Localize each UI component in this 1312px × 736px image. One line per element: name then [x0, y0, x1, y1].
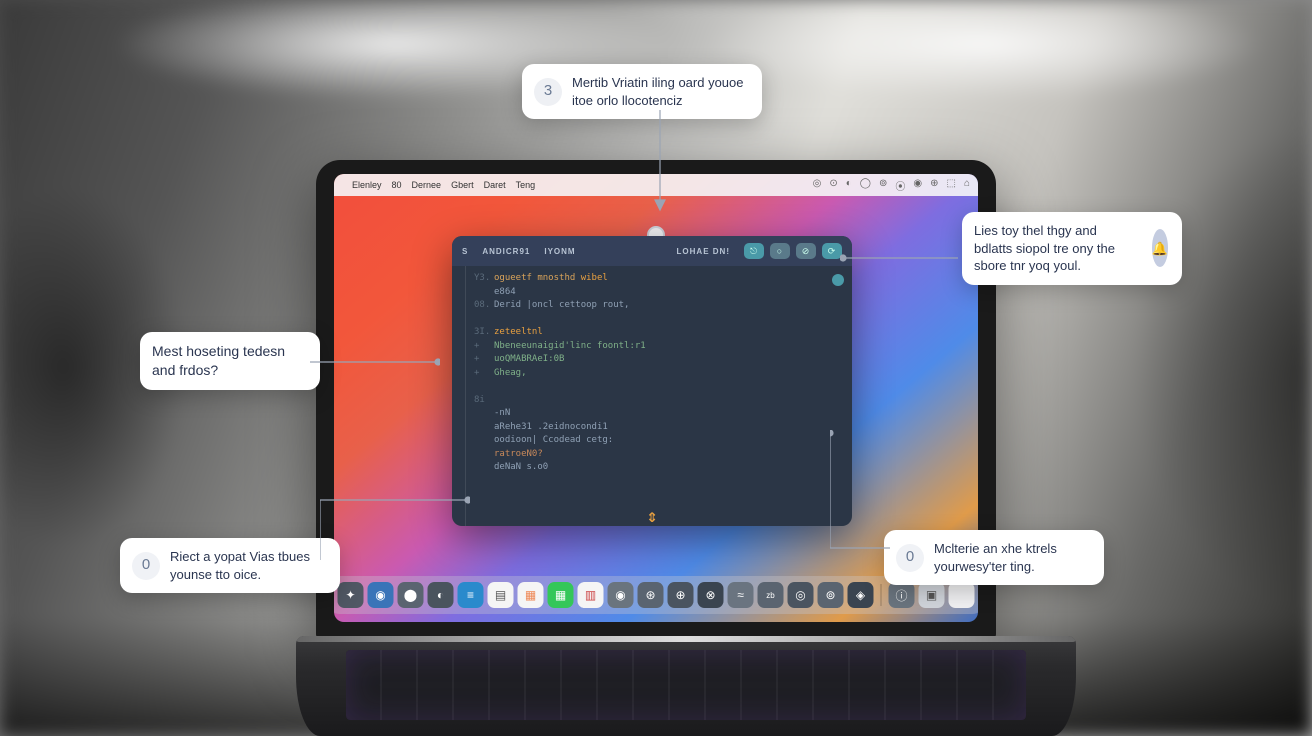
dock-app-icon[interactable]: ◐: [428, 582, 454, 608]
status-icon[interactable]: ⊕: [930, 178, 938, 193]
code-line: 3I.zeteeltnl: [464, 326, 840, 340]
code-line: Y3.ogueetf mnosthd wibel: [464, 272, 840, 286]
connector-line: [840, 248, 970, 268]
code-line: [464, 380, 840, 394]
dock-app-icon[interactable]: ▣: [919, 582, 945, 608]
menubar-item[interactable]: Teng: [516, 180, 536, 190]
connector-line: [320, 490, 470, 570]
dock-separator: [881, 584, 882, 606]
status-dot-icon[interactable]: [832, 274, 844, 286]
status-icon[interactable]: ◉: [913, 178, 922, 193]
callout-text: Mest hoseting tedesn and frdos?: [152, 342, 306, 380]
dock-app-icon[interactable]: ≈: [728, 582, 754, 608]
status-icon[interactable]: ⌂: [964, 178, 970, 193]
menubar-item[interactable]: 80: [392, 180, 402, 190]
code-line: ratroeN0?: [464, 448, 840, 462]
dock-app-icon[interactable]: ▦: [518, 582, 544, 608]
step-number-badge: 0: [132, 552, 160, 580]
dock-app-icon[interactable]: zb: [758, 582, 784, 608]
callout-step-0-left: 0 Riect a yopat Vias tbues younse tto oi…: [120, 538, 340, 593]
code-line: +uoQMABRAeI:0B: [464, 353, 840, 367]
terminal-gutter: [452, 266, 466, 526]
status-icon[interactable]: ⊙: [829, 178, 837, 193]
status-icon[interactable]: ⬚: [947, 178, 956, 193]
code-line: aRehe31 .2eidnocondi1: [464, 421, 840, 435]
menubar-item[interactable]: Gbert: [451, 180, 474, 190]
resize-arrow-icon[interactable]: ⇕: [647, 503, 658, 526]
bell-icon[interactable]: 🔔: [1152, 229, 1168, 267]
code-line: 08.Derid |oncl cettoop rout,: [464, 299, 840, 313]
macos-dock: ✦◉⬤◐≡▤▦▦▥◉⊛⊕⊗≈zb◎⊚◈ ⓘ▣: [334, 576, 978, 614]
dock-app-icon[interactable]: ≡: [458, 582, 484, 608]
step-number-badge: 3: [534, 78, 562, 106]
code-line: [464, 313, 840, 327]
dock-app-icon[interactable]: ⊕: [668, 582, 694, 608]
dock-app-icon[interactable]: ✦: [338, 582, 364, 608]
code-line: e864: [464, 286, 840, 300]
code-line: oodioon| Ccodead cetg:: [464, 434, 840, 448]
terminal-title-right: LOHAE DN!: [677, 247, 730, 256]
menubar-status-area: ◎ ⊙ ◐ ◯ ⊚ ⦿ ◉ ⊕ ⬚ ⌂: [813, 178, 970, 193]
callout-info: Lies toy thel thgy and bdlatts siopol tr…: [962, 212, 1182, 285]
terminal-tab[interactable]: IYONM: [544, 247, 575, 256]
dock-app-icon[interactable]: ▤: [488, 582, 514, 608]
status-icon[interactable]: ◐: [846, 178, 852, 193]
dock-app-icon[interactable]: ⊗: [698, 582, 724, 608]
terminal-title-left: S: [462, 247, 468, 256]
connector-line: [640, 110, 680, 220]
dock-app-icon[interactable]: ▦: [548, 582, 574, 608]
dock-app-icon[interactable]: ◉: [368, 582, 394, 608]
terminal-window: S ANDICR91 IYONM LOHAE DN! ⎋ ○ ⊘ ⟳ Y3.o: [452, 236, 852, 526]
dock-app-icon[interactable]: ⬤: [398, 582, 424, 608]
menubar-item[interactable]: Dernee: [412, 180, 442, 190]
terminal-body[interactable]: Y3.ogueetf mnosthd wibele86408.Derid |on…: [452, 266, 852, 526]
dock-app-icon[interactable]: ⊚: [818, 582, 844, 608]
dock-app-icon[interactable]: ⓘ: [889, 582, 915, 608]
callout-step-0-right: 0 Mclterie an xhe ktrels yourwesy'ter ti…: [884, 530, 1104, 585]
code-line: 8i: [464, 394, 840, 408]
laptop-keyboard: [346, 650, 1026, 720]
dock-app-icon[interactable]: ◉: [608, 582, 634, 608]
terminal-controls: ⎋ ○ ⊘ ⟳: [744, 243, 842, 259]
callout-text: Riect a yopat Vias tbues younse tto oice…: [170, 548, 326, 583]
dock-app-icon[interactable]: ▥: [578, 582, 604, 608]
menubar-item[interactable]: Daret: [484, 180, 506, 190]
code-line: +Nbeneeunaigid'linc foontl:r1: [464, 340, 840, 354]
callout-question: Mest hoseting tedesn and frdos?: [140, 332, 320, 390]
laptop-base: [296, 636, 1076, 736]
status-icon[interactable]: ⦿: [895, 178, 905, 193]
dock-app-icon[interactable]: ◈: [848, 582, 874, 608]
code-line: deNaN s.o0: [464, 461, 840, 475]
menubar-item[interactable]: Elenley: [352, 180, 382, 190]
terminal-control-icon[interactable]: ⎋: [744, 243, 764, 259]
code-line: +Gheag,: [464, 367, 840, 381]
dock-app-icon[interactable]: ◎: [788, 582, 814, 608]
terminal-control-icon[interactable]: ○: [770, 243, 790, 259]
status-icon[interactable]: ◯: [860, 178, 871, 193]
dock-app-icon[interactable]: [949, 582, 975, 608]
callout-text: Mertib Vriatin iling oard youoe itoe orl…: [572, 74, 748, 109]
callout-text: Lies toy thel thgy and bdlatts siopol tr…: [974, 222, 1136, 275]
status-icon[interactable]: ⊚: [879, 178, 887, 193]
terminal-control-icon[interactable]: ⊘: [796, 243, 816, 259]
connector-line: [310, 352, 440, 372]
terminal-tab[interactable]: ANDICR91: [482, 247, 530, 256]
terminal-control-icon[interactable]: ⟳: [822, 243, 842, 259]
dock-app-icon[interactable]: ⊛: [638, 582, 664, 608]
code-line: -nN: [464, 407, 840, 421]
terminal-titlebar[interactable]: S ANDICR91 IYONM LOHAE DN! ⎋ ○ ⊘ ⟳: [452, 236, 852, 266]
connector-line: [830, 430, 910, 560]
callout-text: Mclterie an xhe ktrels yourwesy'ter ting…: [934, 540, 1090, 575]
status-icon[interactable]: ◎: [813, 178, 822, 193]
